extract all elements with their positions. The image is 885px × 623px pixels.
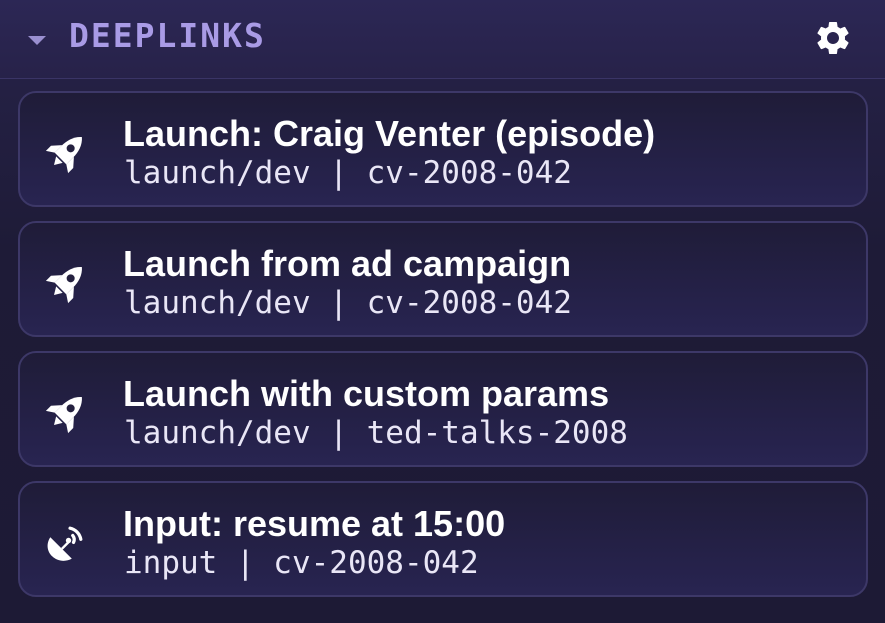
deeplink-title: Launch with custom params — [123, 373, 610, 414]
satellite-dish-icon — [47, 526, 83, 561]
rocket-icon — [45, 267, 82, 304]
deeplinks-panel: DEEPLINKS Launch: Craig Venter (episode)… — [0, 0, 885, 623]
deeplink-title: Launch: Craig Venter (episode) — [123, 113, 656, 154]
rocket-icon — [45, 137, 82, 174]
deeplink-item[interactable]: Input: resume at 15:00 input | cv-2008-0… — [18, 481, 868, 597]
caret-down-icon[interactable] — [28, 36, 46, 45]
deeplink-item[interactable]: Launch with custom params launch/dev | t… — [18, 351, 868, 467]
deeplink-subtitle: input | cv-2008-042 — [124, 545, 479, 581]
deeplink-title: Input: resume at 15:00 — [123, 503, 506, 544]
panel-header: DEEPLINKS — [0, 0, 885, 79]
gear-icon[interactable] — [813, 18, 853, 58]
deeplink-subtitle: launch/dev | cv-2008-042 — [124, 155, 572, 191]
deeplink-item[interactable]: Launch: Craig Venter (episode) launch/de… — [18, 91, 868, 207]
deeplink-title: Launch from ad campaign — [123, 243, 572, 284]
panel-title[interactable]: DEEPLINKS — [69, 16, 266, 56]
deeplink-item[interactable]: Launch from ad campaign launch/dev | cv-… — [18, 221, 868, 337]
deeplink-subtitle: launch/dev | cv-2008-042 — [124, 285, 572, 321]
deeplink-subtitle: launch/dev | ted-talks-2008 — [124, 415, 628, 451]
deeplink-list: Launch: Craig Venter (episode) launch/de… — [18, 91, 868, 611]
rocket-icon — [45, 397, 82, 434]
